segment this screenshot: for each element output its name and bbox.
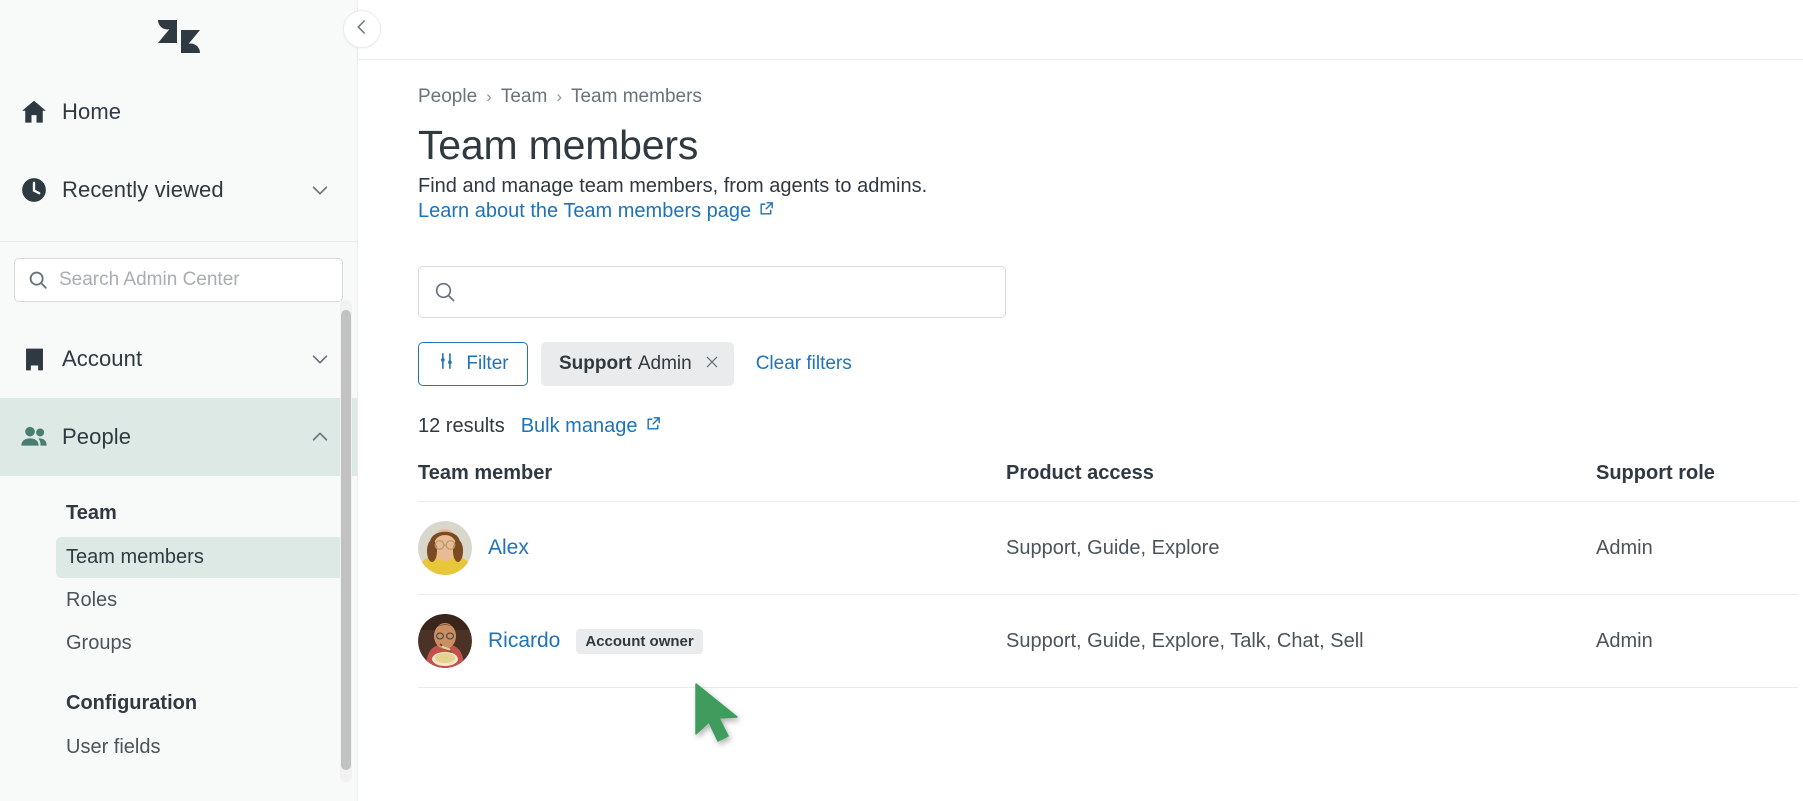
sidebar: Home Recently viewed Search Admin Center… <box>0 0 358 801</box>
support-role-cell: Admin <box>1596 629 1653 652</box>
learn-more-link[interactable]: Learn about the Team members page <box>418 200 775 223</box>
table-row[interactable]: Ricardo Account owner Support, Guide, Ex… <box>418 595 1798 688</box>
sliders-icon <box>437 351 457 377</box>
results-count: 12 results <box>418 415 505 437</box>
column-header-team-member: Team member <box>418 462 553 484</box>
status-badge: Account owner <box>576 628 703 654</box>
breadcrumb-separator: › <box>486 87 492 106</box>
external-link-icon <box>645 415 662 438</box>
chevron-down-icon <box>309 179 331 201</box>
breadcrumb-people[interactable]: People <box>418 86 477 108</box>
filter-chip-support-admin[interactable]: Support Admin <box>541 342 734 386</box>
sidebar-item-label: People <box>62 424 132 449</box>
sidebar-scrollbar-thumb[interactable] <box>341 310 351 770</box>
filter-button[interactable]: Filter <box>418 342 528 386</box>
main-top-bar <box>358 0 1803 60</box>
breadcrumb-team[interactable]: Team <box>501 86 547 108</box>
sidebar-search-box[interactable] <box>14 258 343 302</box>
column-header-product-access: Product access <box>1006 462 1154 484</box>
page-subtitle: Find and manage team members, from agent… <box>418 175 928 197</box>
sidebar-scroll-area: Account People Team Team members Roles G… <box>0 320 357 768</box>
team-members-table: Team member Product access Support role <box>418 462 1798 688</box>
brand-logo[interactable] <box>0 0 357 73</box>
sidebar-collapse-button[interactable] <box>343 10 381 48</box>
search-input[interactable] <box>59 269 330 291</box>
team-member-cell: Alex <box>418 521 1006 575</box>
filter-bar: Filter Support Admin Clear filters <box>418 342 1803 386</box>
sidebar-item-groups[interactable]: Groups <box>56 623 343 664</box>
breadcrumb-team-members: Team members <box>570 86 702 107</box>
sidebar-item-roles[interactable]: Roles <box>56 580 343 621</box>
mouse-pointer-green-icon <box>692 682 754 761</box>
avatar <box>418 521 472 575</box>
admin-center-app: Home Recently viewed Search Admin Center… <box>0 0 1803 801</box>
chevron-up-icon <box>309 426 331 448</box>
member-name-link[interactable]: Alex <box>488 536 529 560</box>
building-icon <box>6 345 62 374</box>
sidebar-scrollbar[interactable] <box>340 300 352 782</box>
clear-filters-button[interactable]: Clear filters <box>756 353 852 375</box>
search-icon <box>27 269 49 291</box>
sidebar-item-account[interactable]: Account <box>0 320 357 398</box>
filter-chip-label: Support <box>559 353 632 374</box>
filter-chip-value: Admin <box>637 353 692 374</box>
main-body: People › Team › Team members Team member… <box>358 60 1803 688</box>
breadcrumb-separator: › <box>556 87 562 106</box>
sidebar-item-label: Home <box>62 99 122 124</box>
product-access-cell: Support, Guide, Explore <box>1006 536 1220 559</box>
chevron-left-icon <box>353 18 371 41</box>
chevron-down-icon <box>309 348 331 370</box>
bulk-manage-link[interactable]: Bulk manage <box>521 415 663 438</box>
column-header-support-role: Support role <box>1596 462 1715 484</box>
sidebar-subnav: Team Team members Roles Groups Configura… <box>0 476 357 768</box>
team-member-cell: Ricardo Account owner <box>418 614 1006 668</box>
sidebar-item-team-members[interactable]: Team members <box>56 537 343 578</box>
external-link-icon <box>758 200 775 223</box>
avatar <box>418 614 472 668</box>
table-row[interactable]: Alex Support, Guide, Explore Admin <box>418 502 1798 595</box>
team-member-search-box[interactable] <box>418 266 1006 318</box>
people-icon <box>6 421 62 453</box>
avatar-ricardo-image <box>418 614 472 668</box>
results-summary: 12 results Bulk manage <box>418 415 1803 438</box>
avatar-alex-image <box>418 521 472 575</box>
sidebar-item-label: Recently viewed <box>62 177 224 202</box>
sidebar-item-user-fields[interactable]: User fields <box>56 727 343 768</box>
table-header-row: Team member Product access Support role <box>418 462 1798 502</box>
learn-more-label: Learn about the Team members page <box>418 200 752 222</box>
sidebar-item-label: Account <box>62 346 143 371</box>
filter-button-label: Filter <box>466 353 509 374</box>
sidebar-item-home[interactable]: Home <box>0 73 357 151</box>
close-icon[interactable] <box>704 354 720 374</box>
bulk-manage-label: Bulk manage <box>520 415 638 437</box>
subnav-heading-configuration: Configuration <box>66 692 198 714</box>
home-icon <box>6 97 62 127</box>
zendesk-logo-icon <box>157 19 200 53</box>
team-member-search-input[interactable] <box>467 281 991 303</box>
main-content: People › Team › Team members Team member… <box>358 0 1803 801</box>
support-role-cell: Admin <box>1596 536 1653 559</box>
page-title: Team members <box>418 122 699 168</box>
member-name-link[interactable]: Ricardo <box>488 629 560 653</box>
subnav-heading-team: Team <box>66 502 117 524</box>
clock-icon <box>6 175 62 205</box>
sidebar-top-nav: Home Recently viewed <box>0 73 357 241</box>
product-access-cell: Support, Guide, Explore, Talk, Chat, Sel… <box>1006 629 1364 652</box>
search-icon <box>433 280 457 304</box>
subnav-gap <box>0 666 357 692</box>
breadcrumb: People › Team › Team members <box>418 86 1803 108</box>
sidebar-item-people[interactable]: People <box>0 398 357 476</box>
sidebar-search-wrap <box>0 242 357 320</box>
sidebar-item-recently-viewed[interactable]: Recently viewed <box>0 151 357 229</box>
